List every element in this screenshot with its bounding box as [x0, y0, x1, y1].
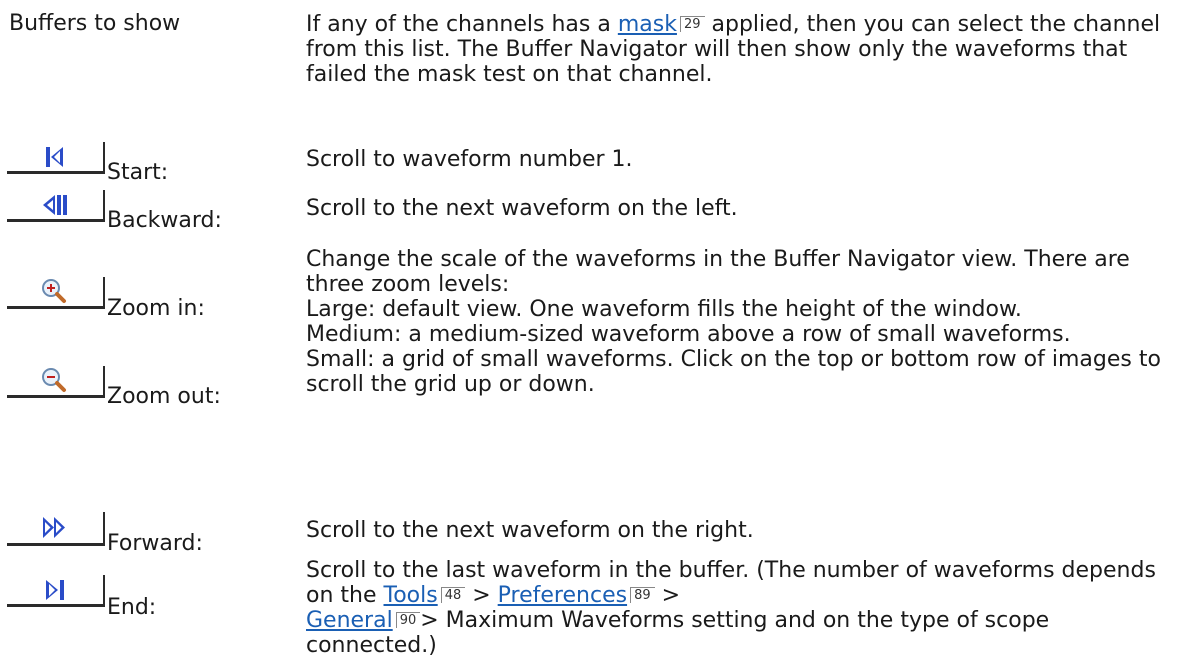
label-cell: Backward:	[7, 189, 297, 239]
label-cell: Start:	[7, 140, 297, 190]
forward-button[interactable]	[7, 512, 107, 546]
general-link[interactable]: General	[306, 608, 393, 633]
forward-description: Scroll to the next waveform on the right…	[306, 518, 754, 543]
start-icon	[46, 147, 63, 167]
zoom-desc-line: Change the scale of the waveforms in the…	[306, 247, 1130, 297]
zoom-desc-line: Small: a grid of small waveforms. Click …	[306, 347, 1161, 397]
label-cell: Buffers to show	[7, 0, 297, 135]
zoom-in-icon	[42, 279, 66, 303]
end-row: End: Scroll to the last waveform in the …	[0, 558, 1191, 671]
page-ref: 29	[679, 16, 705, 32]
backward-label: Backward:	[107, 208, 222, 233]
end-description: Scroll to the last waveform in the buffe…	[306, 558, 1186, 658]
zoom-description: Change the scale of the waveforms in the…	[306, 247, 1186, 397]
page-ref: 90	[395, 612, 421, 628]
end-icon	[46, 580, 64, 600]
tools-link[interactable]: Tools	[384, 583, 438, 608]
label-cell: Zoom in: Zoom out:	[7, 240, 297, 440]
start-label: Start:	[107, 160, 169, 185]
zoom-in-button[interactable]	[7, 277, 107, 309]
zoom-in-label: Zoom in:	[107, 296, 205, 321]
zoom-out-button[interactable]	[7, 366, 107, 398]
buffers-to-show-label: Buffers to show	[9, 11, 181, 36]
forward-icon	[43, 517, 65, 538]
preferences-link[interactable]: Preferences	[498, 583, 627, 608]
zoom-desc-line: Large: default view. One waveform fills …	[306, 297, 1022, 322]
mask-link[interactable]: mask	[618, 12, 677, 37]
label-cell: Forward:	[7, 511, 297, 561]
buffers-to-show-description: If any of the channels has a mask 29 appl…	[306, 12, 1186, 87]
page-ref: 48	[440, 587, 466, 603]
page-ref: 89	[630, 587, 655, 603]
backward-row: Backward: Scroll to the next waveform on…	[0, 189, 1191, 239]
buffers-to-show-row: Buffers to show If any of the channels h…	[0, 0, 1191, 135]
zoom-out-icon	[42, 368, 66, 392]
desc-text: If any of the channels has a	[306, 12, 618, 37]
start-button[interactable]	[7, 142, 107, 174]
separator: >	[654, 583, 681, 608]
start-description: Scroll to waveform number 1.	[306, 147, 633, 172]
zoom-desc-line: Medium: a medium-sized waveform above a …	[306, 322, 1071, 347]
zoom-rows: Zoom in: Zoom out: Change the scale of t…	[0, 240, 1191, 440]
forward-row: Forward: Scroll to the next waveform on …	[0, 511, 1191, 561]
label-cell: End:	[7, 565, 297, 671]
zoom-out-label: Zoom out:	[107, 384, 221, 409]
forward-label: Forward:	[107, 531, 203, 556]
start-row: Start: Scroll to waveform number 1.	[0, 140, 1191, 190]
end-button[interactable]	[7, 575, 107, 607]
backward-icon	[43, 195, 67, 215]
backward-button[interactable]	[7, 190, 107, 222]
separator: >	[465, 583, 498, 608]
backward-description: Scroll to the next waveform on the left.	[306, 196, 738, 221]
end-label: End:	[107, 595, 157, 620]
